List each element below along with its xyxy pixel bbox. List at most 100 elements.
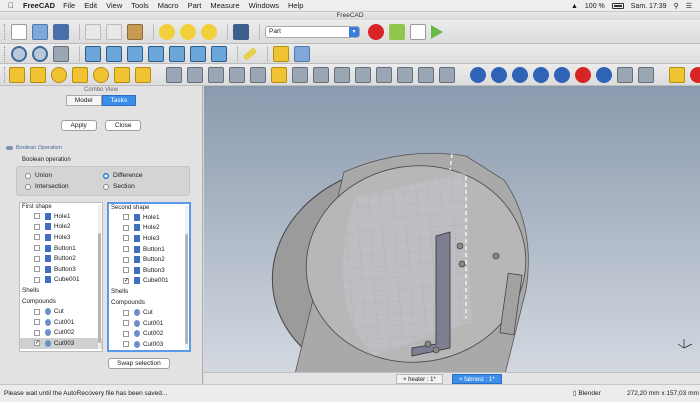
list-category[interactable]: Shells — [109, 286, 189, 297]
second-shape-list[interactable]: Second shape Hole1 Hole2 Hole3 Button1 Butto… — [107, 202, 191, 352]
view-top-icon[interactable] — [127, 45, 143, 62]
ruled-surface-icon[interactable] — [292, 66, 308, 83]
notification-icon[interactable]: ☰ — [686, 2, 692, 10]
checkbox[interactable] — [123, 214, 129, 221]
menu-help[interactable]: Help — [288, 1, 303, 10]
macro-edit-icon[interactable] — [410, 23, 426, 40]
radio-difference[interactable]: Difference — [103, 172, 181, 179]
fillet-icon[interactable] — [229, 66, 245, 83]
primitives-icon[interactable] — [114, 66, 130, 83]
sphere-icon[interactable] — [51, 66, 67, 83]
box-icon[interactable] — [9, 66, 25, 83]
menu-windows[interactable]: Windows — [249, 1, 279, 10]
list-item[interactable]: Button1 — [20, 243, 102, 254]
view-isometric-icon[interactable] — [85, 45, 101, 62]
boolean-icon[interactable] — [491, 66, 507, 83]
menu-view[interactable]: View — [106, 1, 122, 10]
group-icon[interactable] — [294, 45, 310, 62]
view-front-icon[interactable] — [106, 45, 122, 62]
macro-stop-icon[interactable] — [389, 23, 405, 40]
fit-selection-icon[interactable] — [32, 45, 48, 62]
radio-intersection[interactable]: Intersection — [25, 183, 103, 190]
menu-tools[interactable]: Tools — [131, 1, 149, 10]
wifi-icon[interactable]: ▲ — [571, 3, 578, 10]
projection-icon[interactable] — [439, 66, 455, 83]
checkbox[interactable] — [34, 329, 40, 336]
checkbox[interactable] — [123, 256, 129, 263]
loft-icon[interactable] — [313, 66, 329, 83]
whats-this-icon[interactable] — [233, 23, 249, 40]
thickness-icon[interactable] — [418, 66, 434, 83]
radio-union[interactable]: Union — [25, 172, 103, 179]
undo-icon[interactable] — [159, 23, 175, 40]
cone-icon[interactable] — [72, 66, 88, 83]
menu-file[interactable]: File — [63, 1, 75, 10]
section-icon[interactable] — [355, 66, 371, 83]
extrude-icon[interactable] — [166, 66, 182, 83]
macro-run-icon[interactable] — [431, 24, 443, 39]
checkbox[interactable]: ✓ — [34, 340, 40, 347]
workbench-selector[interactable]: Part ▾ — [265, 25, 360, 38]
chamfer-icon[interactable] — [250, 66, 266, 83]
measure-linear-icon[interactable] — [669, 66, 685, 83]
new-document-icon[interactable] — [11, 23, 27, 40]
menu-macro[interactable]: Macro — [158, 1, 179, 10]
common-icon[interactable] — [554, 66, 570, 83]
tab-tasks[interactable]: Tasks — [101, 95, 137, 106]
list-item[interactable]: Hole1 — [20, 211, 102, 222]
sweep-icon[interactable] — [334, 66, 350, 83]
torus-icon[interactable] — [93, 66, 109, 83]
checkbox[interactable] — [34, 223, 40, 230]
toolbar-grip[interactable] — [4, 66, 5, 83]
clock[interactable]: Sam. 17:39 — [631, 3, 667, 10]
tab-model[interactable]: Model — [65, 95, 102, 106]
menu-edit[interactable]: Edit — [84, 1, 97, 10]
doc-tab-fabnest[interactable]: × fabnest : 1* — [452, 374, 502, 384]
checkbox[interactable] — [123, 246, 129, 253]
draw-style-icon[interactable] — [53, 45, 69, 62]
cross-sections-icon[interactable] — [376, 66, 392, 83]
revolve-icon[interactable] — [187, 66, 203, 83]
part-icon[interactable] — [273, 45, 289, 62]
check-geometry-icon[interactable] — [617, 66, 633, 83]
list-item[interactable]: Cut — [109, 307, 189, 318]
list-item[interactable]: Cut — [20, 306, 102, 317]
navigation-style[interactable]: ▯ Blender — [573, 385, 601, 402]
menu-part[interactable]: Part — [188, 1, 202, 10]
checkbox[interactable] — [34, 234, 40, 241]
list-item[interactable]: Cut002 — [20, 328, 102, 339]
make-face-icon[interactable] — [271, 66, 287, 83]
list-category[interactable]: Faces — [20, 349, 102, 352]
checkbox[interactable] — [123, 341, 129, 348]
macro-record-icon[interactable] — [368, 23, 384, 40]
list-item[interactable]: Button3 — [109, 265, 189, 276]
measure-distance-icon[interactable] — [242, 46, 258, 61]
list-item[interactable]: Hole2 — [20, 222, 102, 233]
offset-icon[interactable] — [397, 66, 413, 83]
mirror-icon[interactable] — [208, 66, 224, 83]
checkbox[interactable] — [34, 266, 40, 273]
checkbox[interactable] — [34, 255, 40, 262]
list-item[interactable]: Cut001 — [20, 317, 102, 328]
checkbox[interactable] — [123, 267, 129, 274]
checkbox[interactable] — [34, 308, 40, 315]
list-item[interactable]: Cut003 — [109, 339, 189, 350]
cut-icon[interactable] — [85, 23, 101, 40]
paste-icon[interactable] — [127, 23, 143, 40]
task-section-header[interactable]: Boolean Operation — [6, 145, 202, 151]
checkbox[interactable] — [34, 276, 40, 283]
list-item[interactable]: ✓ Cut003 — [20, 338, 102, 349]
checkbox[interactable] — [123, 330, 129, 337]
doc-tab-heater[interactable]: × heater : 1* — [396, 374, 443, 384]
fit-all-icon[interactable] — [11, 45, 27, 62]
view-rear-icon[interactable] — [169, 45, 185, 62]
checkbox[interactable] — [123, 320, 129, 327]
scrollbar[interactable] — [185, 206, 188, 350]
view-right-icon[interactable] — [148, 45, 164, 62]
cylinder-icon[interactable] — [30, 66, 46, 83]
list-item[interactable]: Cut001 — [109, 318, 189, 329]
checkbox[interactable]: ✓ — [123, 277, 129, 284]
shape-builder-icon[interactable] — [135, 66, 151, 83]
save-icon[interactable] — [53, 23, 69, 40]
list-item[interactable]: Button2 — [109, 254, 189, 265]
